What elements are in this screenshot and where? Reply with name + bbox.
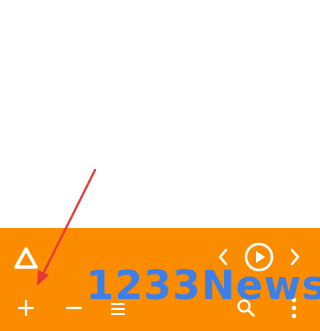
plus-icon[interactable]: [12, 294, 40, 322]
minus-icon[interactable]: [60, 294, 88, 322]
watermark-text: 1233News: [86, 263, 320, 309]
app-logo-icon[interactable]: [12, 244, 40, 272]
